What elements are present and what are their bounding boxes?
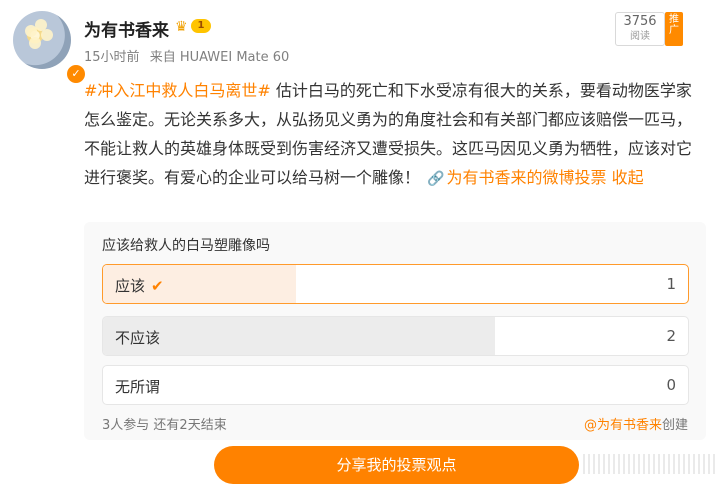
created-label: 创建	[661, 418, 688, 433]
poll-option-count: 1	[666, 275, 676, 293]
vote-link[interactable]: 为有书香来的微博投票	[447, 168, 607, 187]
read-count-box: 3756 阅读	[615, 12, 665, 46]
poll-option-yes[interactable]: 应该 ✔ 1	[102, 264, 689, 304]
post-time[interactable]: 15小时前	[84, 50, 140, 65]
hashtag-link[interactable]: #冲入江中救人白马离世#	[84, 81, 271, 100]
poll-status: 3人参与 还有2天结束	[102, 414, 227, 433]
read-label: 阅读	[630, 31, 650, 42]
avatar-flower-petal	[29, 37, 41, 49]
promote-button[interactable]: 推广	[665, 12, 683, 46]
avatar-flower-petal	[41, 29, 53, 41]
level-badge: 1	[191, 19, 211, 33]
read-count: 3756	[623, 14, 657, 29]
post-text: #冲入江中救人白马离世# 估计白马的死亡和下水受凉有很大的关系，要看动物医学家怎…	[84, 76, 696, 194]
link-icon: 🔗	[427, 171, 445, 187]
poll-option-text: 应该	[115, 277, 146, 295]
crown-icon: ♛	[175, 19, 188, 35]
poll-option-fill	[103, 317, 495, 355]
poll-option-no[interactable]: 不应该 2	[102, 316, 689, 356]
poll-remaining: 还有2天结束	[153, 418, 227, 433]
poll-option-indifferent[interactable]: 无所谓 0	[102, 365, 689, 405]
share-vote-button[interactable]: 分享我的投票观点	[214, 446, 579, 484]
checkmark-icon: ✔	[151, 277, 164, 295]
poll-option-count: 2	[666, 327, 676, 345]
poll-creator: @为有书香来创建	[584, 414, 688, 433]
poll-title: 应该给救人的白马塑雕像吗	[102, 238, 270, 254]
poll-card: 应该给救人的白马塑雕像吗 应该 ✔ 1 不应该 2 无所谓 0 3人参与 还有2天…	[84, 222, 706, 440]
poll-option-label: 应该 ✔	[115, 275, 164, 296]
collapse-link[interactable]: 收起	[612, 168, 644, 187]
creator-link[interactable]: @为有书香来	[584, 418, 662, 433]
watermark	[583, 454, 715, 474]
username[interactable]: 为有书香来	[84, 16, 169, 41]
avatar[interactable]: ✓	[13, 11, 87, 85]
poll-participants: 3人参与	[102, 418, 150, 433]
poll-option-label: 不应该	[115, 329, 161, 347]
poll-option-label: 无所谓	[115, 378, 161, 396]
post-meta: 15小时前 来自 HUAWEI Mate 60	[84, 46, 295, 65]
post-source: 来自 HUAWEI Mate 60	[149, 50, 290, 65]
poll-option-count: 0	[666, 376, 676, 394]
